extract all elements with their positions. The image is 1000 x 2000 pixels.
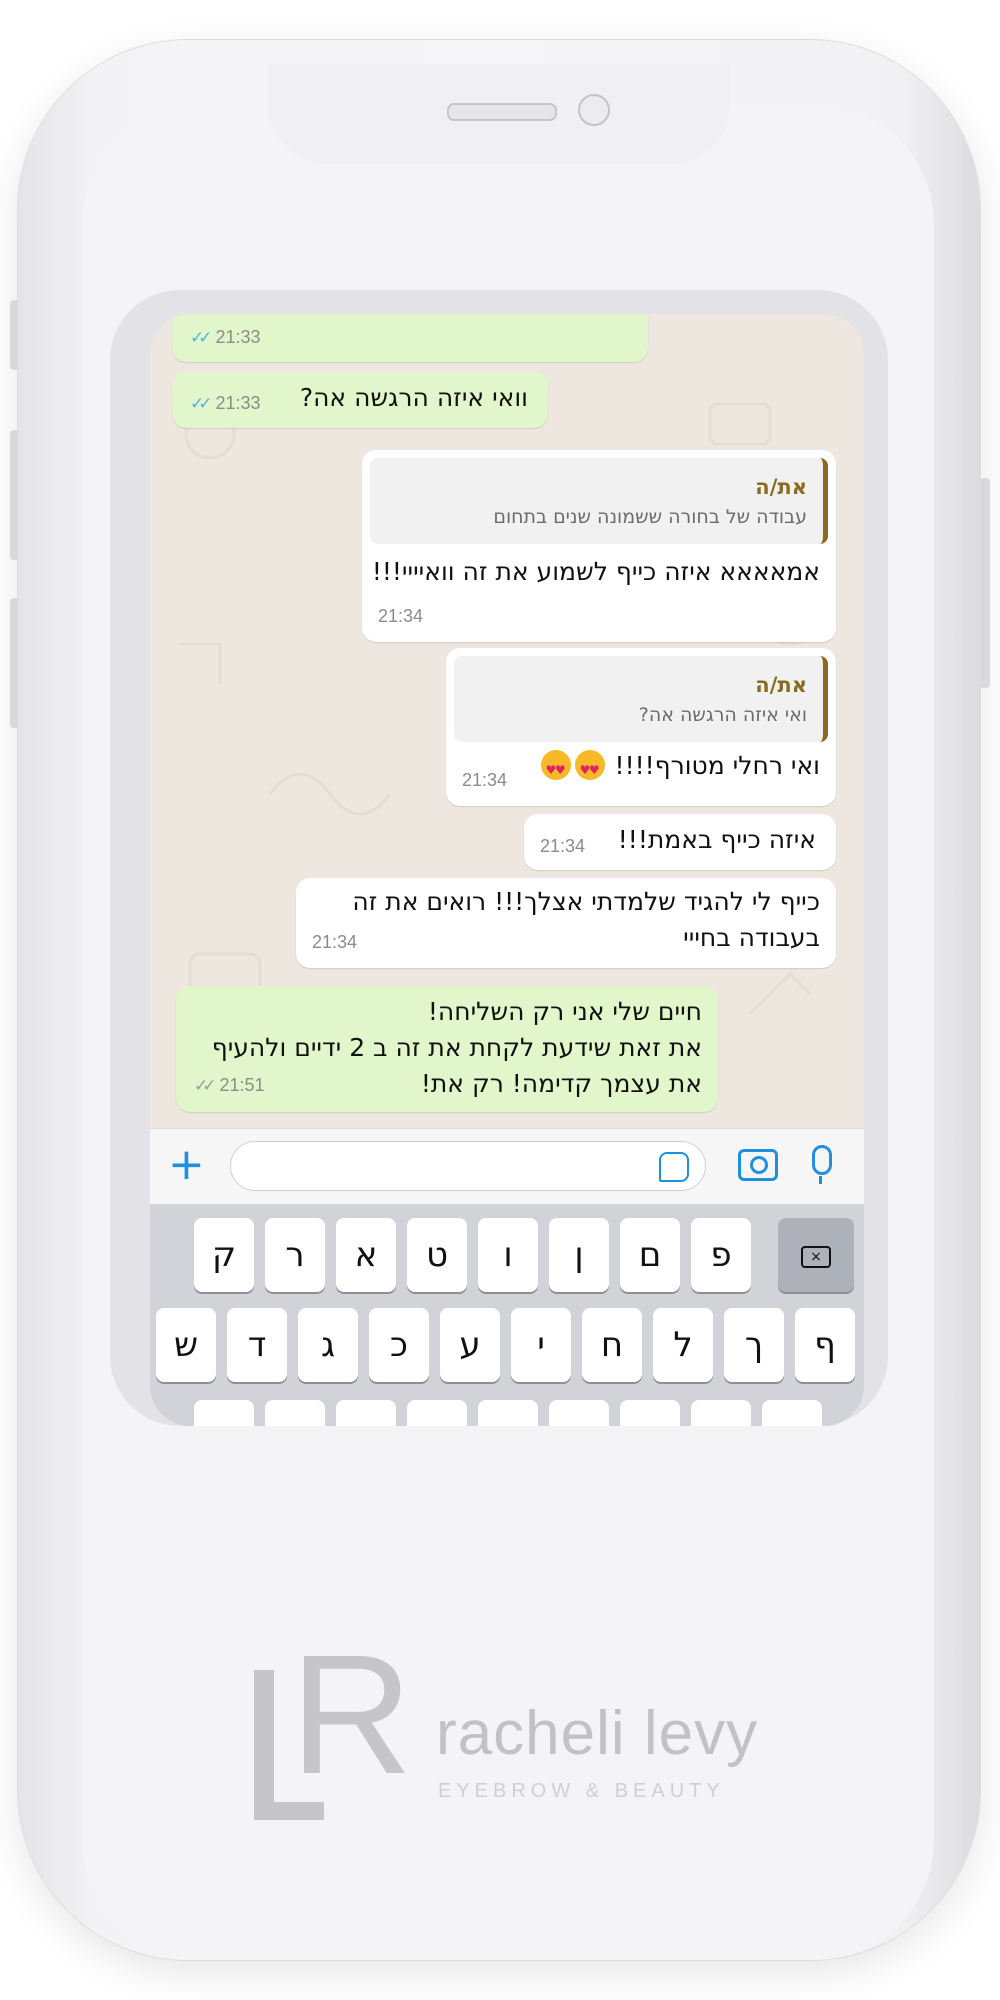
key-partial[interactable] [691,1400,751,1426]
camera-icon[interactable] [738,1149,778,1181]
key[interactable]: כ [369,1308,429,1382]
phone-screen: ✓✓ 21:33 וואי איזה הרגשה אה? ✓✓ 21:33 את… [150,314,864,1426]
quote-author: את/ה [755,673,807,697]
message-text: אמאאאא איזה כייף לשמוע את זה וואיייי!!! [371,557,820,586]
quote-text: עבודה של בחורה ששמונה שנים בתחום [493,506,807,528]
key[interactable]: ע [440,1308,500,1382]
message-text: וואי איזה הרגשה אה? [299,383,528,412]
brand-name: racheli levy [436,1699,759,1768]
message-line: חיים שלי אני רק השליחה! [427,997,702,1026]
message-time: 21:33 [215,327,261,347]
message-time: 21:34 [378,606,424,626]
earpiece-speaker [447,103,557,121]
key[interactable]: ל [653,1308,713,1382]
message-time: 21:34 [312,932,358,952]
sticker-icon[interactable] [659,1152,689,1182]
plus-icon[interactable]: + [168,1141,205,1189]
quote-author: את/ה [755,475,807,499]
backspace-key[interactable]: × [778,1218,854,1292]
message-text: ואי רחלי מטורף!!!! [614,751,820,780]
key[interactable]: ן [549,1218,609,1292]
message-line: את עצמך קדימה! רק את! [420,1069,702,1098]
power-button [980,478,990,688]
key[interactable]: ח [582,1308,642,1382]
heart-eyes-emoji [540,750,571,788]
quote-text: ואי איזה הרגשה אה? [638,704,807,726]
key[interactable]: ד [227,1308,287,1382]
key[interactable]: א [336,1218,396,1292]
delivered-ticks-icon: ✓✓ [194,1076,216,1095]
message-input[interactable] [230,1141,706,1191]
brand-tagline: EYEBROW & BEAUTY [438,1780,725,1802]
quoted-message[interactable]: את/ה ואי איזה הרגשה אה? [454,656,828,742]
key[interactable]: ש [156,1308,216,1382]
logo-letter-r: R [290,1620,413,1810]
message-line: את זאת שידעת לקחת את זה ב 2 ידיים ולהעיף [211,1033,702,1062]
microphone-icon[interactable] [812,1145,832,1184]
key[interactable]: ק [194,1218,254,1292]
key-partial[interactable] [265,1400,325,1426]
message-bubble-outgoing[interactable]: ✓✓ 21:33 [172,314,648,362]
message-time: 21:51 [219,1075,265,1095]
key-partial[interactable] [478,1400,538,1426]
brand-logo: R racheli levy EYEBROW & BEAUTY [250,1620,757,1830]
message-bubble-incoming[interactable]: את/ה ואי איזה הרגשה אה? ואי רחלי מטורף!!… [446,648,836,806]
message-line: כייף לי להגיד שלמדתי אצלך!!! רואים את זה [352,887,820,916]
message-text: איזה כייף באמת!!! [617,825,816,854]
logo-letter-l [254,1670,274,1820]
key-partial[interactable] [194,1400,254,1426]
key[interactable]: פ [691,1218,751,1292]
key-partial[interactable] [762,1400,822,1426]
read-receipt-icon: ✓✓ [190,394,212,413]
message-input-bar: + [150,1128,864,1205]
message-bubble-outgoing[interactable]: חיים שלי אני רק השליחה! את זאת שידעת לקח… [176,986,718,1112]
key[interactable]: ר [265,1218,325,1292]
message-time: 21:33 [215,393,261,413]
message-bubble-incoming[interactable]: איזה כייף באמת!!! 21:34 [524,814,836,870]
heart-eyes-emoji [574,750,605,788]
message-time: 21:34 [540,836,586,856]
key[interactable]: ך [724,1308,784,1382]
chat-area[interactable]: ✓✓ 21:33 וואי איזה הרגשה אה? ✓✓ 21:33 את… [150,314,864,1128]
key-partial[interactable] [549,1400,609,1426]
key[interactable]: ם [620,1218,680,1292]
key[interactable]: ג [298,1308,358,1382]
key-partial[interactable] [407,1400,467,1426]
message-line: בעבודה בחייי [683,923,820,952]
key[interactable]: י [511,1308,571,1382]
read-receipt-icon: ✓✓ [190,328,212,347]
key[interactable]: ט [407,1218,467,1292]
front-camera [578,94,610,126]
message-bubble-incoming[interactable]: כייף לי להגיד שלמדתי אצלך!!! רואים את זה… [296,878,836,968]
key-partial[interactable] [620,1400,680,1426]
quoted-message[interactable]: את/ה עבודה של בחורה ששמונה שנים בתחום [370,458,828,544]
key[interactable]: ף [795,1308,855,1382]
key[interactable]: ו [478,1218,538,1292]
backspace-icon: × [801,1245,831,1268]
key-partial[interactable] [336,1400,396,1426]
hebrew-keyboard: ק ר א ט ו ן ם פ × ש ד ג כ ע י ח ל ך ף [150,1204,864,1426]
message-bubble-incoming[interactable]: את/ה עבודה של בחורה ששמונה שנים בתחום אמ… [362,450,836,642]
message-bubble-outgoing[interactable]: וואי איזה הרגשה אה? ✓✓ 21:33 [172,372,548,428]
message-time: 21:34 [462,770,508,790]
